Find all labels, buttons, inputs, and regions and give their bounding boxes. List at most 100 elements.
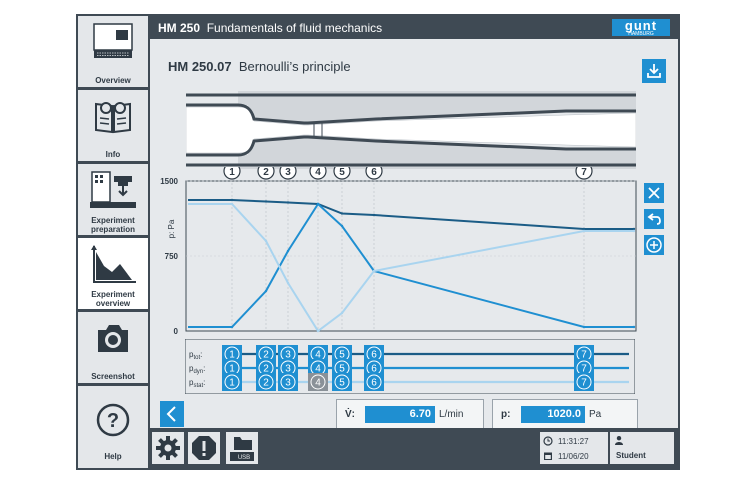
date-time-display: 11:31:27 11/06/20 — [540, 432, 608, 464]
measuring-point-label-2: 2 — [263, 167, 269, 178]
sidebar: Overview Info Experiment preparation Exp… — [78, 16, 148, 468]
undo-icon — [647, 213, 661, 225]
legend-point-number: 1 — [229, 364, 235, 375]
logo-subtext: HAMBURG — [628, 31, 654, 37]
legend-point-number: 7 — [581, 364, 587, 375]
header-bar: HM 250 Fundamentals of fluid mechanics g… — [150, 16, 678, 39]
flow-unit: L/min — [439, 409, 464, 420]
back-button[interactable] — [160, 401, 184, 427]
legend-colon: : — [203, 364, 205, 373]
sidebar-label-screenshot: Screenshot — [91, 372, 135, 381]
book-glasses-icon — [95, 102, 131, 134]
measuring-point-label-6: 6 — [371, 167, 377, 178]
data-point-p_stat — [286, 281, 290, 285]
pressure-value: 1020.0 — [521, 406, 585, 423]
user-display[interactable]: Student — [610, 432, 674, 464]
data-point-p_dyn — [340, 224, 344, 228]
legend-point-button-p_stat-4[interactable]: 4 — [308, 373, 328, 391]
experiment-code: HM 250.07 — [168, 59, 232, 74]
legend-point-number: 2 — [263, 378, 269, 389]
data-point-p_dyn — [230, 325, 234, 329]
product-code: HM 250 — [158, 21, 201, 35]
sidebar-label-info: Info — [105, 150, 121, 159]
camera-icon — [98, 325, 128, 352]
pressure-readout: p: 1020.0 Pa — [492, 399, 638, 429]
settings-button[interactable] — [152, 432, 184, 464]
experiment-overview-chart-icon — [91, 245, 136, 283]
legend-point-number: 6 — [371, 364, 377, 375]
legend-point-number: 3 — [285, 364, 291, 375]
legend-point-button-p_stat-6[interactable]: 6 — [364, 373, 384, 391]
sidebar-label-overview: Overview — [95, 76, 131, 85]
data-point-p_dyn — [632, 325, 636, 329]
data-point-p_dyn — [264, 289, 268, 293]
venturi-tube-diagram — [186, 91, 636, 169]
legend-point-number: 3 — [285, 378, 291, 389]
sidebar-item-help[interactable]: ? Help — [78, 386, 148, 468]
data-point-p_tot — [230, 198, 234, 202]
measuring-point-legend: ptot: 1 2 3 4 5 6 7pdyn: 1 2 3 4 5 6 7pstat: 1 2 3 4 5 6 7 — [185, 339, 635, 394]
sidebar-item-overview[interactable]: Overview — [78, 16, 148, 89]
pressure-unit: Pa — [589, 409, 602, 420]
legend-point-button-p_stat-3[interactable]: 3 — [278, 373, 298, 391]
app-window: Overview Info Experiment preparation Exp… — [76, 14, 680, 470]
y-tick-label: 750 — [165, 252, 179, 261]
measuring-point-label-1: 1 — [229, 167, 235, 178]
data-point-p_dyn — [286, 249, 290, 253]
sidebar-item-info[interactable]: Info — [78, 90, 148, 163]
product-title: Fundamentals of fluid mechanics — [206, 21, 383, 35]
usb-text: USB — [238, 455, 250, 461]
experiment-preparation-icon — [90, 171, 136, 208]
legend-point-button-p_stat-5[interactable]: 5 — [332, 373, 352, 391]
legend-point-button-p_stat-1[interactable]: 1 — [222, 373, 242, 391]
data-point-p_stat — [632, 229, 636, 233]
download-button[interactable] — [642, 59, 666, 83]
sidebar-item-experiment-preparation[interactable]: Experiment preparation — [78, 164, 148, 237]
overview-screen-icon — [93, 23, 133, 58]
measuring-point-label-4: 4 — [315, 167, 321, 178]
legend-point-number: 6 — [371, 378, 377, 389]
date-text: 11/06/20 — [558, 452, 589, 461]
data-point-p_stat — [316, 329, 320, 333]
clear-button[interactable] — [644, 183, 664, 203]
legend-point-button-p_stat-2[interactable]: 2 — [256, 373, 276, 391]
legend-point-number: 4 — [315, 350, 321, 361]
calendar-icon — [544, 452, 552, 460]
sidebar-item-screenshot[interactable]: Screenshot — [78, 312, 148, 385]
usb-export-button[interactable]: USB — [226, 432, 258, 464]
sidebar-label-experiment-overview: Experiment overview — [91, 290, 135, 308]
flow-label: V̇: — [345, 409, 355, 420]
experiment-title: Bernoulli’s principle — [238, 59, 351, 74]
flow-value: 6.70 — [365, 406, 435, 423]
y-axis-label: p: Pa — [167, 219, 176, 238]
gear-icon — [156, 436, 180, 460]
app-title: HM 250 Fundamentals of fluid mechanics — [158, 21, 382, 35]
y-tick-label: 0 — [174, 327, 179, 336]
clock-icon — [543, 436, 553, 446]
legend-point-button-p_stat-7[interactable]: 7 — [574, 373, 594, 391]
measuring-point-label-3: 3 — [285, 167, 291, 178]
flow-readout: V̇: 6.70 L/min — [336, 399, 484, 429]
legend-frame — [185, 339, 635, 394]
undo-button[interactable] — [644, 209, 664, 229]
data-point-p_tot — [372, 213, 376, 217]
add-button[interactable] — [644, 235, 664, 255]
data-point-p_stat — [582, 229, 586, 233]
close-icon — [648, 187, 660, 199]
svg-text:?: ? — [107, 410, 119, 432]
page-title: HM 250.07 Bernoulli’s principle — [168, 59, 351, 74]
legend-point-number: 2 — [263, 364, 269, 375]
data-point-p_dyn — [316, 202, 320, 206]
y-tick-label: 1500 — [160, 177, 178, 186]
legend-colon: : — [200, 350, 202, 359]
data-point-p_tot — [340, 212, 344, 215]
pressure-chart: 1500 750 0 p: Pa 1 2 3 4 5 6 7 — [160, 167, 637, 336]
legend-point-number: 4 — [315, 378, 321, 389]
legend-point-number: 1 — [229, 350, 235, 361]
time-text: 11:31:27 — [558, 437, 589, 446]
alarm-button[interactable] — [188, 432, 220, 464]
sidebar-item-experiment-overview[interactable]: Experiment overview — [78, 238, 148, 311]
data-point-p_stat — [340, 311, 344, 315]
data-point-p_stat — [230, 202, 234, 206]
pressure-label: p: — [501, 409, 511, 420]
